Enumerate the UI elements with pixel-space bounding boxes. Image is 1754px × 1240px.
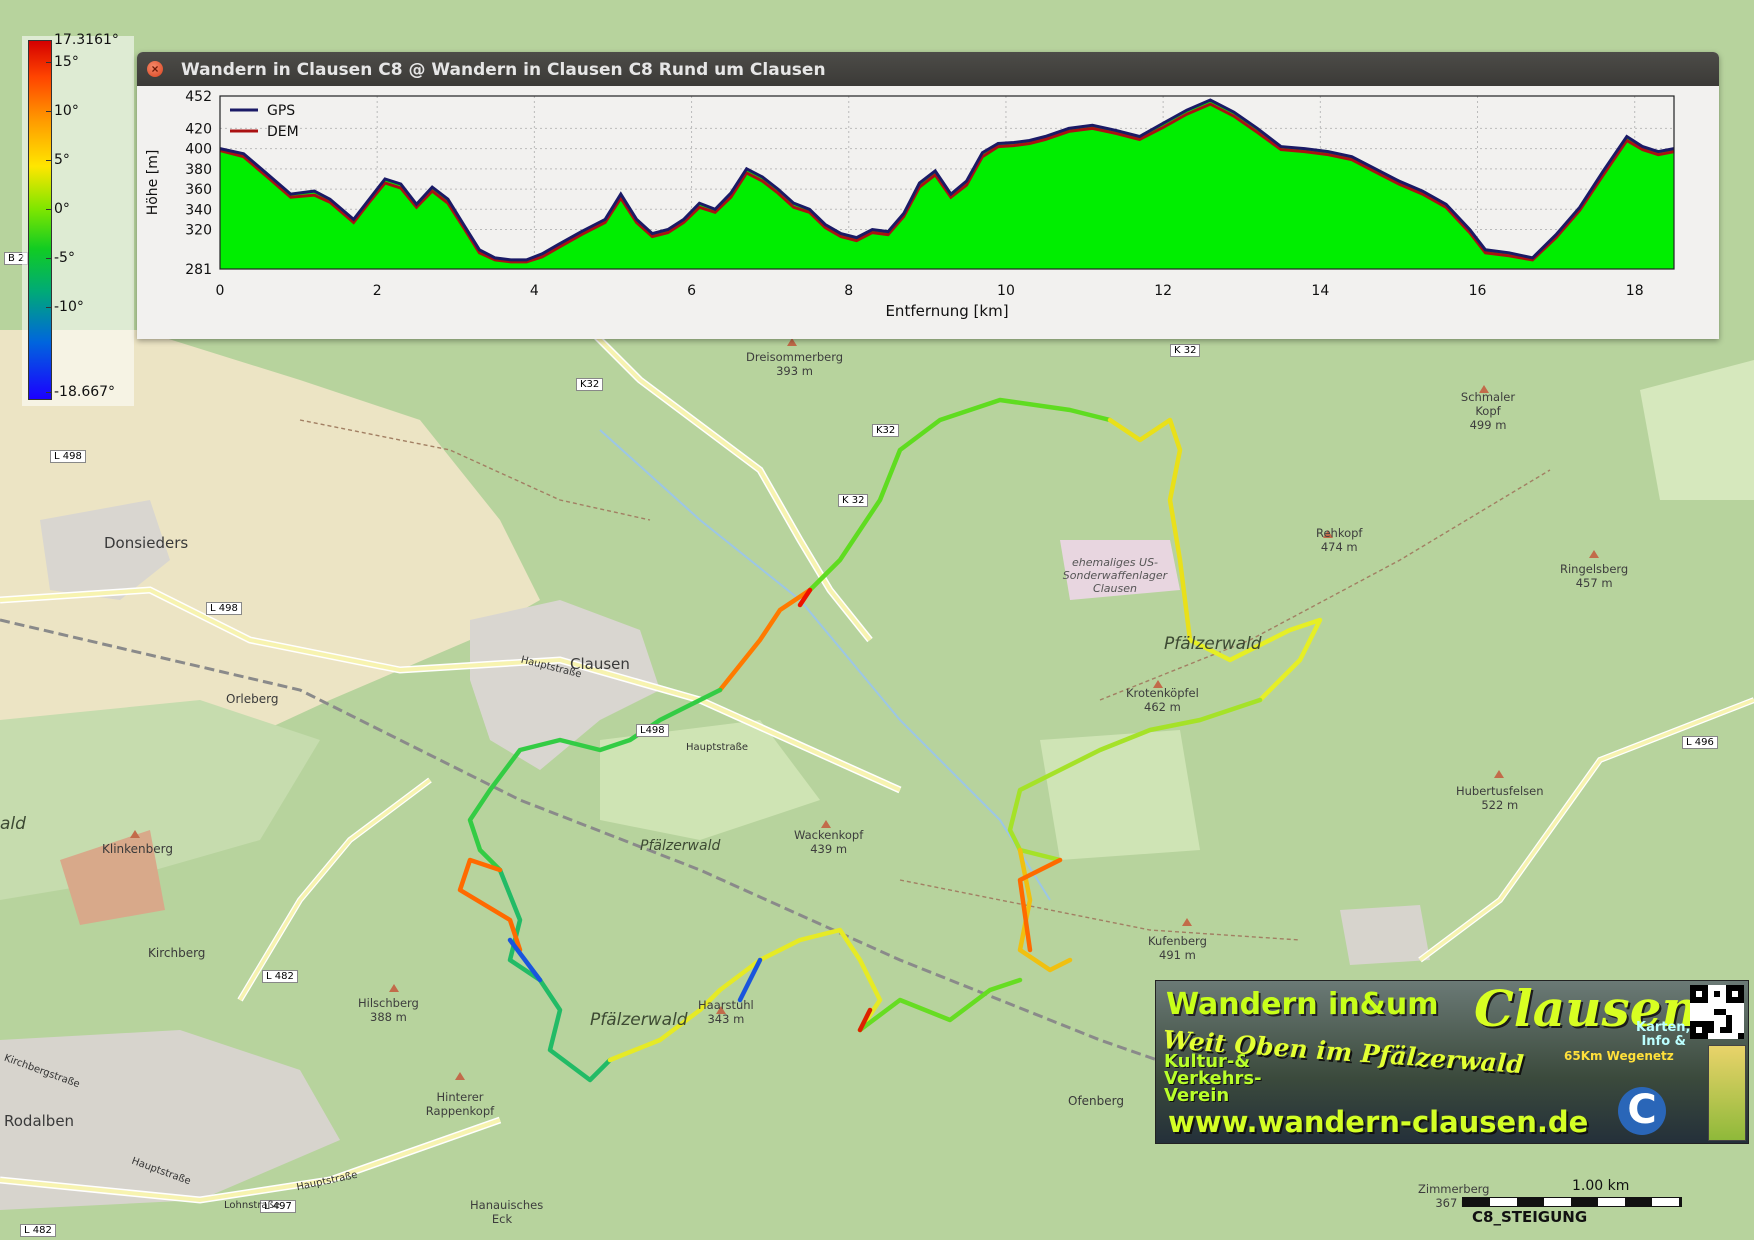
x-ticks: 0 2 4 6 8 10 12 14 16 18 (216, 283, 1644, 299)
qr-code-icon[interactable] (1690, 985, 1744, 1039)
x-tick-label: 4 (530, 283, 539, 299)
scale-tick: 5° (46, 152, 70, 168)
y-tick-label: 400 (185, 142, 212, 158)
app-poster-icon (1708, 1045, 1746, 1141)
y-tick-label: 452 (185, 89, 212, 105)
scale-tick: -10° (46, 299, 84, 315)
y-tick-label: 360 (185, 182, 212, 198)
x-tick-label: 0 (216, 283, 225, 299)
restricted-area (1060, 540, 1180, 600)
scale-min-label: -18.667° (45, 384, 116, 400)
scale-tick: 15° (46, 54, 79, 70)
banner-headline: Wandern in&um (1166, 987, 1439, 1022)
y-tick-label: 281 (185, 262, 212, 278)
color-gradient-bar (28, 40, 52, 400)
scale-tick: 10° (46, 103, 79, 119)
legend-label-gps: GPS (267, 103, 295, 119)
window-title: Wandern in Clausen C8 @ Wandern in Claus… (181, 60, 826, 80)
x-tick-label: 18 (1626, 283, 1644, 299)
x-tick-label: 8 (844, 283, 853, 299)
banner-network: 65Km Wegenetz (1564, 1049, 1674, 1063)
clausen-logo-icon: C (1618, 1087, 1666, 1135)
scale-distance: 1.00 km (1572, 1178, 1630, 1194)
y-ticks: 452 420 400 380 360 340 320 281 (185, 89, 212, 278)
banner-info: Karten, Info & (1636, 1020, 1691, 1049)
field-area (1040, 730, 1200, 860)
x-tick-label: 2 (373, 283, 382, 299)
track-name: C8_STEIGUNG (1472, 1208, 1588, 1226)
x-axis-label: Entfernung [km] (885, 302, 1008, 320)
y-tick-label: 380 (185, 162, 212, 178)
scale-max-label: 17.3161° (46, 32, 119, 48)
x-tick-label: 10 (997, 283, 1015, 299)
settlement-area (1340, 905, 1430, 965)
map-scale-bar: 1.00 km C8_STEIGUNG (1442, 1178, 1702, 1228)
elevation-profile-window[interactable]: × Wandern in Clausen C8 @ Wandern in Cla… (137, 52, 1719, 339)
promo-banner[interactable]: Wandern in&um Clausen Weit Oben im Pfälz… (1155, 980, 1749, 1144)
legend: GPS DEM (230, 103, 299, 140)
legend-label-dem: DEM (267, 124, 299, 140)
scale-tick: 0° (46, 201, 70, 217)
x-tick-label: 14 (1311, 283, 1329, 299)
x-tick-label: 6 (687, 283, 696, 299)
elevation-chart[interactable]: 452 420 400 380 360 340 320 281 0 2 4 6 8 10 12 14 16 18… (137, 86, 1719, 339)
scale-tick: -5° (46, 250, 75, 266)
elevation-area (220, 100, 1674, 269)
x-tick-label: 12 (1154, 283, 1172, 299)
close-icon[interactable]: × (147, 61, 163, 77)
banner-org: Kultur-& Verkehrs- Verein (1164, 1051, 1262, 1106)
scale-bar-graphic (1462, 1197, 1682, 1207)
x-tick-label: 16 (1469, 283, 1487, 299)
y-tick-label: 340 (185, 202, 212, 218)
y-tick-label: 420 (185, 121, 212, 137)
y-axis-label: Höhe [m] (145, 150, 161, 216)
banner-url[interactable]: www.wandern-clausen.de (1168, 1105, 1588, 1139)
slope-color-scale: 17.3161° 15° 10° 5° 0° -5° -10° -18.667° (22, 32, 134, 406)
window-titlebar[interactable]: × Wandern in Clausen C8 @ Wandern in Cla… (137, 52, 1719, 86)
y-tick-label: 320 (185, 223, 212, 239)
